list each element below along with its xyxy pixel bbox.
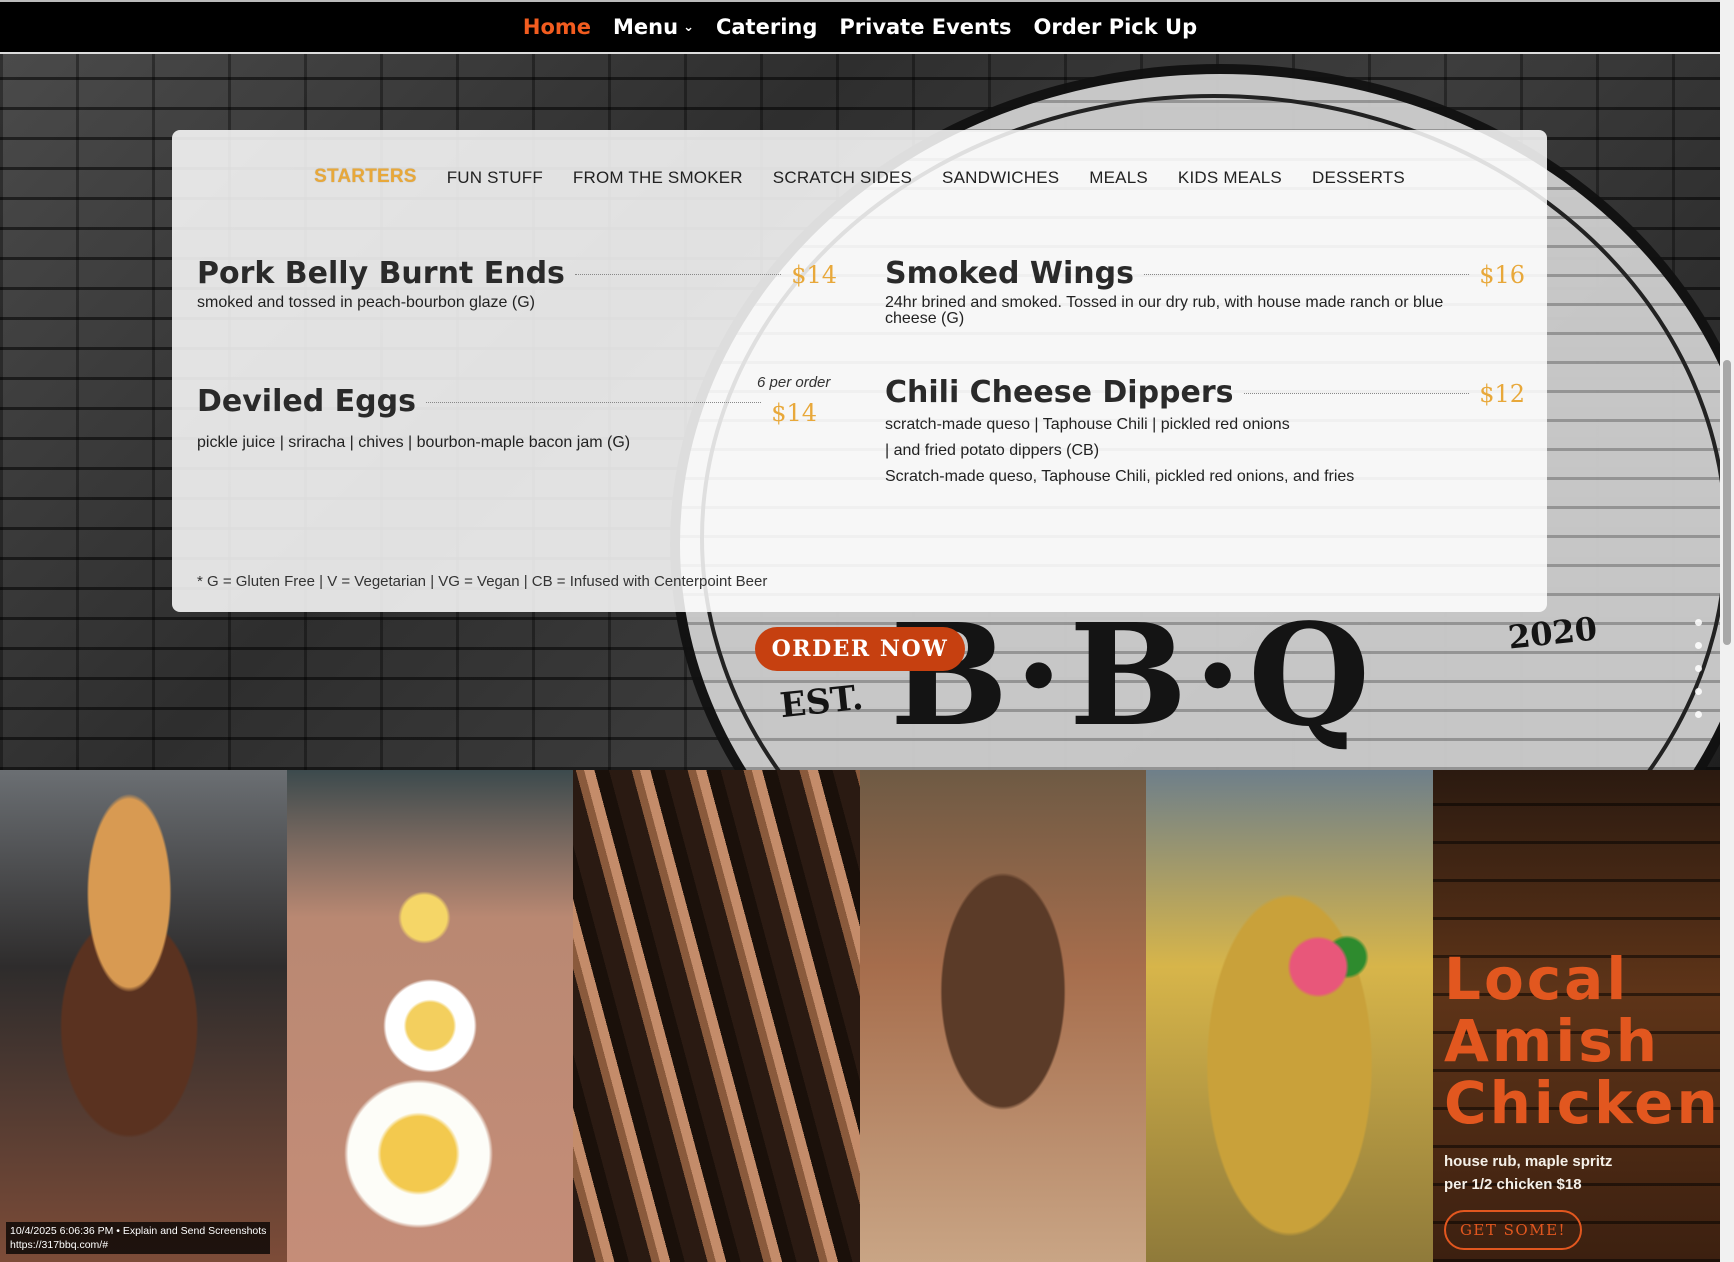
slider-dots xyxy=(1695,619,1705,734)
chevron-down-icon: ⌄ xyxy=(683,19,694,35)
menu-item-name: Deviled Eggs xyxy=(197,384,416,419)
menu-item-description: Scratch-made queso, Taphouse Chili, pick… xyxy=(885,468,1355,485)
slider-dot[interactable] xyxy=(1695,688,1702,695)
top-nav: Home Menu ⌄ Catering Private Events Order… xyxy=(0,0,1720,54)
tab-kids-meals[interactable]: KIDS MEALS xyxy=(1178,168,1282,188)
gallery-photo-sandwich[interactable] xyxy=(0,770,287,1262)
barrel-logo-text: B·B·Q xyxy=(890,594,1377,758)
slider-dot[interactable] xyxy=(1695,711,1702,718)
promo-title-line: Amish xyxy=(1444,1007,1661,1075)
nav-catering[interactable]: Catering xyxy=(716,15,817,39)
menu-item-price: $16 xyxy=(1479,261,1525,289)
menu-item-description: | and fried potato dippers (CB) xyxy=(885,442,1100,459)
tab-meals[interactable]: MEALS xyxy=(1089,168,1148,188)
get-some-button[interactable]: GET SOME! xyxy=(1444,1210,1582,1250)
menu-item: Smoked Wings $16 24hr brined and smoked.… xyxy=(885,256,1525,327)
gallery-photo-ribs[interactable] xyxy=(860,770,1146,1262)
menu-item-description: smoked and tossed in peach-bourbon glaze… xyxy=(197,294,535,311)
menu-item: Chili Cheese Dippers $12 scratch-made qu… xyxy=(885,375,1525,490)
promo-title-line: Chicken xyxy=(1444,1069,1721,1137)
promo-chicken: Local Amish Chicken house rub, maple spr… xyxy=(1444,948,1721,1250)
slider-dot[interactable] xyxy=(1695,642,1702,649)
dot-leader xyxy=(574,274,782,275)
order-now-button[interactable]: ORDER NOW xyxy=(755,627,965,671)
tab-desserts[interactable]: DESSERTS xyxy=(1312,168,1405,188)
tab-from-the-smoker[interactable]: FROM THE SMOKER xyxy=(573,168,743,188)
menu-item-description: pickle juice | sriracha | chives | bourb… xyxy=(197,434,631,451)
tab-scratch-sides[interactable]: SCRATCH SIDES xyxy=(773,168,912,188)
gallery-photo-deviled-eggs[interactable] xyxy=(287,770,573,1262)
promo-description: house rub, maple spritz xyxy=(1444,1153,1613,1170)
nav-private-events[interactable]: Private Events xyxy=(839,15,1011,39)
menu-tabs: STARTERS FUN STUFF FROM THE SMOKER SCRAT… xyxy=(172,166,1547,188)
gallery-photo-nachos[interactable] xyxy=(1146,770,1433,1262)
status-overlay: 10/4/2025 6:06:36 PM • Explain and Send … xyxy=(6,1222,271,1254)
slider-dot[interactable] xyxy=(1695,619,1702,626)
page-scrollbar[interactable] xyxy=(1720,0,1734,1262)
menu-item-name: Chili Cheese Dippers xyxy=(885,375,1234,410)
menu-item-price: $14 xyxy=(771,399,817,427)
slider-dot[interactable] xyxy=(1695,665,1702,672)
tab-starters[interactable]: STARTERS xyxy=(314,166,417,188)
menu-item: Deviled Eggs $14 pickle juice | sriracha… xyxy=(197,384,817,451)
status-timestamp: 10/4/2025 6:06:36 PM • Explain and Send … xyxy=(10,1225,267,1237)
nav-menu-label: Menu xyxy=(613,15,679,39)
promo-title-line: Local xyxy=(1444,945,1630,1013)
menu-item-price: $12 xyxy=(1479,380,1525,408)
menu-panel: STARTERS FUN STUFF FROM THE SMOKER SCRAT… xyxy=(172,130,1547,612)
nav-menu[interactable]: Menu ⌄ xyxy=(613,15,694,39)
dot-leader xyxy=(1143,274,1470,275)
menu-item-name: Smoked Wings xyxy=(885,256,1134,291)
gallery-photo-brisket[interactable] xyxy=(573,770,860,1262)
menu-item-name: Pork Belly Burnt Ends xyxy=(197,256,565,291)
dietary-legend: * G = Gluten Free | V = Vegetarian | VG … xyxy=(197,573,768,590)
scrollbar-thumb[interactable] xyxy=(1723,360,1731,645)
menu-item: Pork Belly Burnt Ends $14 smoked and tos… xyxy=(197,256,837,311)
promo-price: per 1/2 chicken $18 xyxy=(1444,1176,1582,1193)
menu-item-description: 24hr brined and smoked. Tossed in our dr… xyxy=(885,294,1444,327)
dot-leader xyxy=(1243,393,1470,394)
menu-item-description: scratch-made queso | Taphouse Chili | pi… xyxy=(885,416,1290,433)
nav-home[interactable]: Home xyxy=(523,15,591,39)
nav-order-pick-up[interactable]: Order Pick Up xyxy=(1034,15,1198,39)
tab-fun-stuff[interactable]: FUN STUFF xyxy=(447,168,543,188)
menu-item-price: $14 xyxy=(791,261,837,289)
status-url: https://317bbq.com/# xyxy=(10,1239,109,1251)
tab-sandwiches[interactable]: SANDWICHES xyxy=(942,168,1059,188)
dot-leader xyxy=(425,402,762,403)
